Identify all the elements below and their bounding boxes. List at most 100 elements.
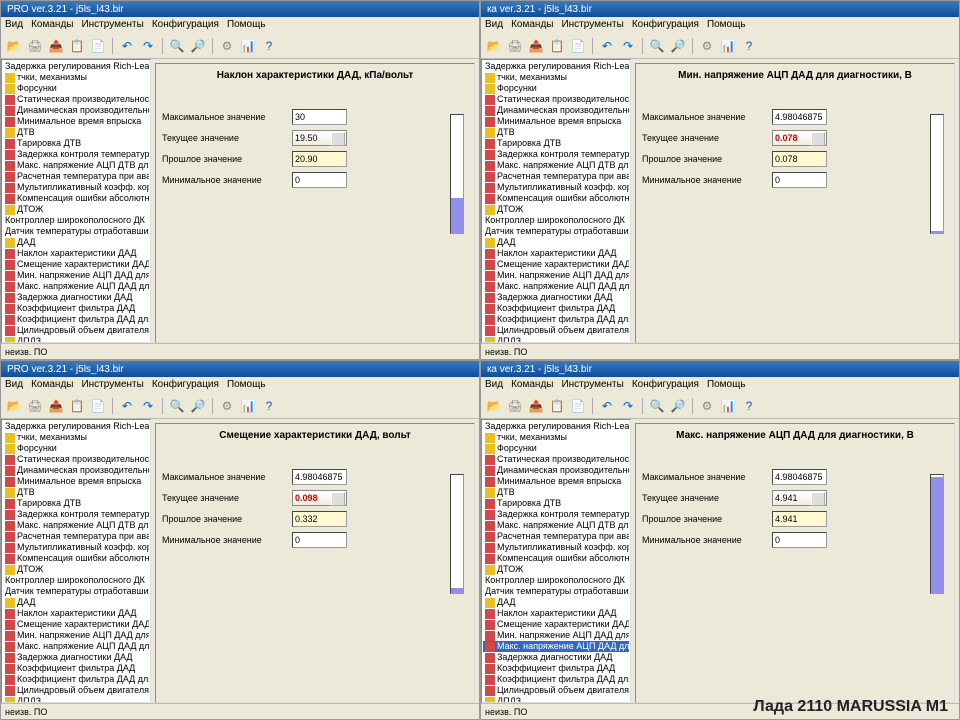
open-icon[interactable]: 📂 [485, 37, 503, 55]
print-icon[interactable]: 🖨 [506, 37, 524, 55]
menu-item[interactable]: Конфигурация [152, 379, 219, 391]
tree-item[interactable]: Задержка диагностики ДАД [483, 292, 629, 303]
tool1-icon[interactable]: ⚙ [698, 397, 716, 415]
tree-item[interactable]: Задержка диагностики ДАД [483, 652, 629, 663]
paste-icon[interactable]: 📄 [569, 37, 587, 55]
tree-item[interactable]: Датчик температуры отработавших газов [483, 226, 629, 237]
paste-icon[interactable]: 📄 [89, 397, 107, 415]
tree-item[interactable]: ДПДЗ [3, 336, 149, 343]
tree-item[interactable]: Мультипликативный коэфф. коррекции C [483, 182, 629, 193]
tree-view[interactable]: Задержка регулирования Rich-Leanтчки, ме… [481, 59, 631, 343]
tree-item[interactable]: Датчик температуры отработавших газов [3, 226, 149, 237]
tree-item[interactable]: Задержка контроля температуры возду [3, 509, 149, 520]
tree-item[interactable]: ДТОЖ [483, 564, 629, 575]
tree-item[interactable]: Цилиндровый объем двигателя [3, 325, 149, 336]
tool1-icon[interactable]: ⚙ [218, 37, 236, 55]
tree-item[interactable]: Коэффициент фильтра ДАД для XX [3, 314, 149, 325]
undo-icon[interactable]: ↶ [598, 37, 616, 55]
tree-item[interactable]: ДТОЖ [483, 204, 629, 215]
tree-item[interactable]: Расчетная температура при аварии ДТВ [483, 171, 629, 182]
redo-icon[interactable]: ↷ [619, 37, 637, 55]
tool2-icon[interactable]: 📊 [719, 37, 737, 55]
tree-item[interactable]: Расчетная температура при аварии ДТВ [3, 171, 149, 182]
menu-item[interactable]: Инструменты [81, 379, 143, 391]
tool2-icon[interactable]: 📊 [239, 397, 257, 415]
search-icon[interactable]: 🔎 [189, 397, 207, 415]
tree-item[interactable]: Контроллер широкополосного ДК [483, 215, 629, 226]
tree-item[interactable]: ДАД [483, 237, 629, 248]
tree-item[interactable]: Расчетная температура при аварии ДТВ [3, 531, 149, 542]
copy-icon[interactable]: 📋 [68, 37, 86, 55]
tree-item[interactable]: Задержка контроля температуры возду [3, 149, 149, 160]
tree-item[interactable]: Датчик температуры отработавших газов [3, 586, 149, 597]
paste-icon[interactable]: 📄 [89, 37, 107, 55]
tree-item[interactable]: Смещение характеристики ДАД [483, 619, 629, 630]
tree-item[interactable]: ДАД [3, 237, 149, 248]
tree-item[interactable]: тчки, механизмы [3, 432, 149, 443]
redo-icon[interactable]: ↷ [139, 37, 157, 55]
tree-item[interactable]: Макс. напряжение АЦП ДТВ для диагнос [483, 160, 629, 171]
tree-item[interactable]: ДАД [483, 597, 629, 608]
print-icon[interactable]: 🖨 [26, 37, 44, 55]
tree-item[interactable]: Наклон характеристики ДАД [483, 608, 629, 619]
search-icon[interactable]: 🔎 [189, 37, 207, 55]
tree-item[interactable]: Форсунки [483, 83, 629, 94]
menu-item[interactable]: Помощь [227, 19, 266, 31]
tree-item[interactable]: Задержка контроля температуры возду [483, 509, 629, 520]
tree-group[interactable]: Задержка регулирования Rich-Lean [483, 61, 629, 72]
menu-item[interactable]: Инструменты [561, 379, 623, 391]
tree-item[interactable]: Тарировка ДТВ [483, 138, 629, 149]
cur-value-input[interactable]: 0.078 [772, 130, 827, 146]
tree-item[interactable]: Цилиндровый объем двигателя [483, 325, 629, 336]
copy-icon[interactable]: 📋 [548, 37, 566, 55]
tree-item[interactable]: Статическая производительность форс [3, 94, 149, 105]
tree-item[interactable]: Наклон характеристики ДАД [3, 608, 149, 619]
tree-item[interactable]: Мин. напряжение АЦП ДАД для диагнос [483, 630, 629, 641]
undo-icon[interactable]: ↶ [598, 397, 616, 415]
tree-item[interactable]: Минимальное время впрыска [3, 476, 149, 487]
redo-icon[interactable]: ↷ [619, 397, 637, 415]
tree-item[interactable]: Тарировка ДТВ [3, 498, 149, 509]
tree-item[interactable]: Смещение характеристики ДАД [483, 259, 629, 270]
tool1-icon[interactable]: ⚙ [698, 37, 716, 55]
copy-icon[interactable]: 📋 [68, 397, 86, 415]
tree-item[interactable]: Цилиндровый объем двигателя [3, 685, 149, 696]
open-icon[interactable]: 📂 [485, 397, 503, 415]
tree-item[interactable]: Компенсация ошибки абсолютной темпе [483, 193, 629, 204]
tree-item[interactable]: Статическая производительность форс [483, 454, 629, 465]
search-icon[interactable]: 🔎 [669, 397, 687, 415]
tree-item[interactable]: Задержка диагностики ДАД [3, 292, 149, 303]
tree-item[interactable]: Мультипликативный коэфф. коррекции C [3, 542, 149, 553]
tree-item[interactable]: Наклон характеристики ДАД [483, 248, 629, 259]
menu-item[interactable]: Инструменты [81, 19, 143, 31]
tree-item[interactable]: Коэффициент фильтра ДАД [3, 663, 149, 674]
tree-item[interactable]: Статическая производительность форс [483, 94, 629, 105]
menu-item[interactable]: Вид [5, 19, 23, 31]
menu-item[interactable]: Команды [31, 19, 73, 31]
tree-item[interactable]: тчки, механизмы [483, 432, 629, 443]
cur-value-input[interactable]: 4.941 [772, 490, 827, 506]
export-icon[interactable]: 📤 [47, 397, 65, 415]
tree-item[interactable]: ДПДЗ [483, 336, 629, 343]
export-icon[interactable]: 📤 [47, 37, 65, 55]
tree-item[interactable]: Датчик температуры отработавших газов [483, 586, 629, 597]
menu-item[interactable]: Команды [511, 379, 553, 391]
tree-item[interactable]: Мин. напряжение АЦП ДАД для диагнос [483, 270, 629, 281]
help-icon[interactable]: ? [740, 37, 758, 55]
tree-item[interactable]: Макс. напряжение АЦП ДАД для диагнос [483, 641, 629, 652]
help-icon[interactable]: ? [260, 397, 278, 415]
tree-item[interactable]: Форсунки [3, 83, 149, 94]
menu-item[interactable]: Конфигурация [632, 379, 699, 391]
paste-icon[interactable]: 📄 [569, 397, 587, 415]
tree-item[interactable]: Статическая производительность форс [3, 454, 149, 465]
undo-icon[interactable]: ↶ [118, 397, 136, 415]
tree-item[interactable]: Смещение характеристики ДАД [3, 619, 149, 630]
tree-item[interactable]: Компенсация ошибки абсолютной темпе [483, 553, 629, 564]
tree-item[interactable]: Динамическая производительность фо [3, 465, 149, 476]
tree-item[interactable]: ДПДЗ [483, 696, 629, 703]
help-icon[interactable]: ? [740, 397, 758, 415]
menu-item[interactable]: Конфигурация [632, 19, 699, 31]
tree-item[interactable]: Задержка диагностики ДАД [3, 652, 149, 663]
tree-view[interactable]: Задержка регулирования Rich-Leanтчки, ме… [1, 59, 151, 343]
tree-item[interactable]: Мультипликативный коэфф. коррекции C [483, 542, 629, 553]
